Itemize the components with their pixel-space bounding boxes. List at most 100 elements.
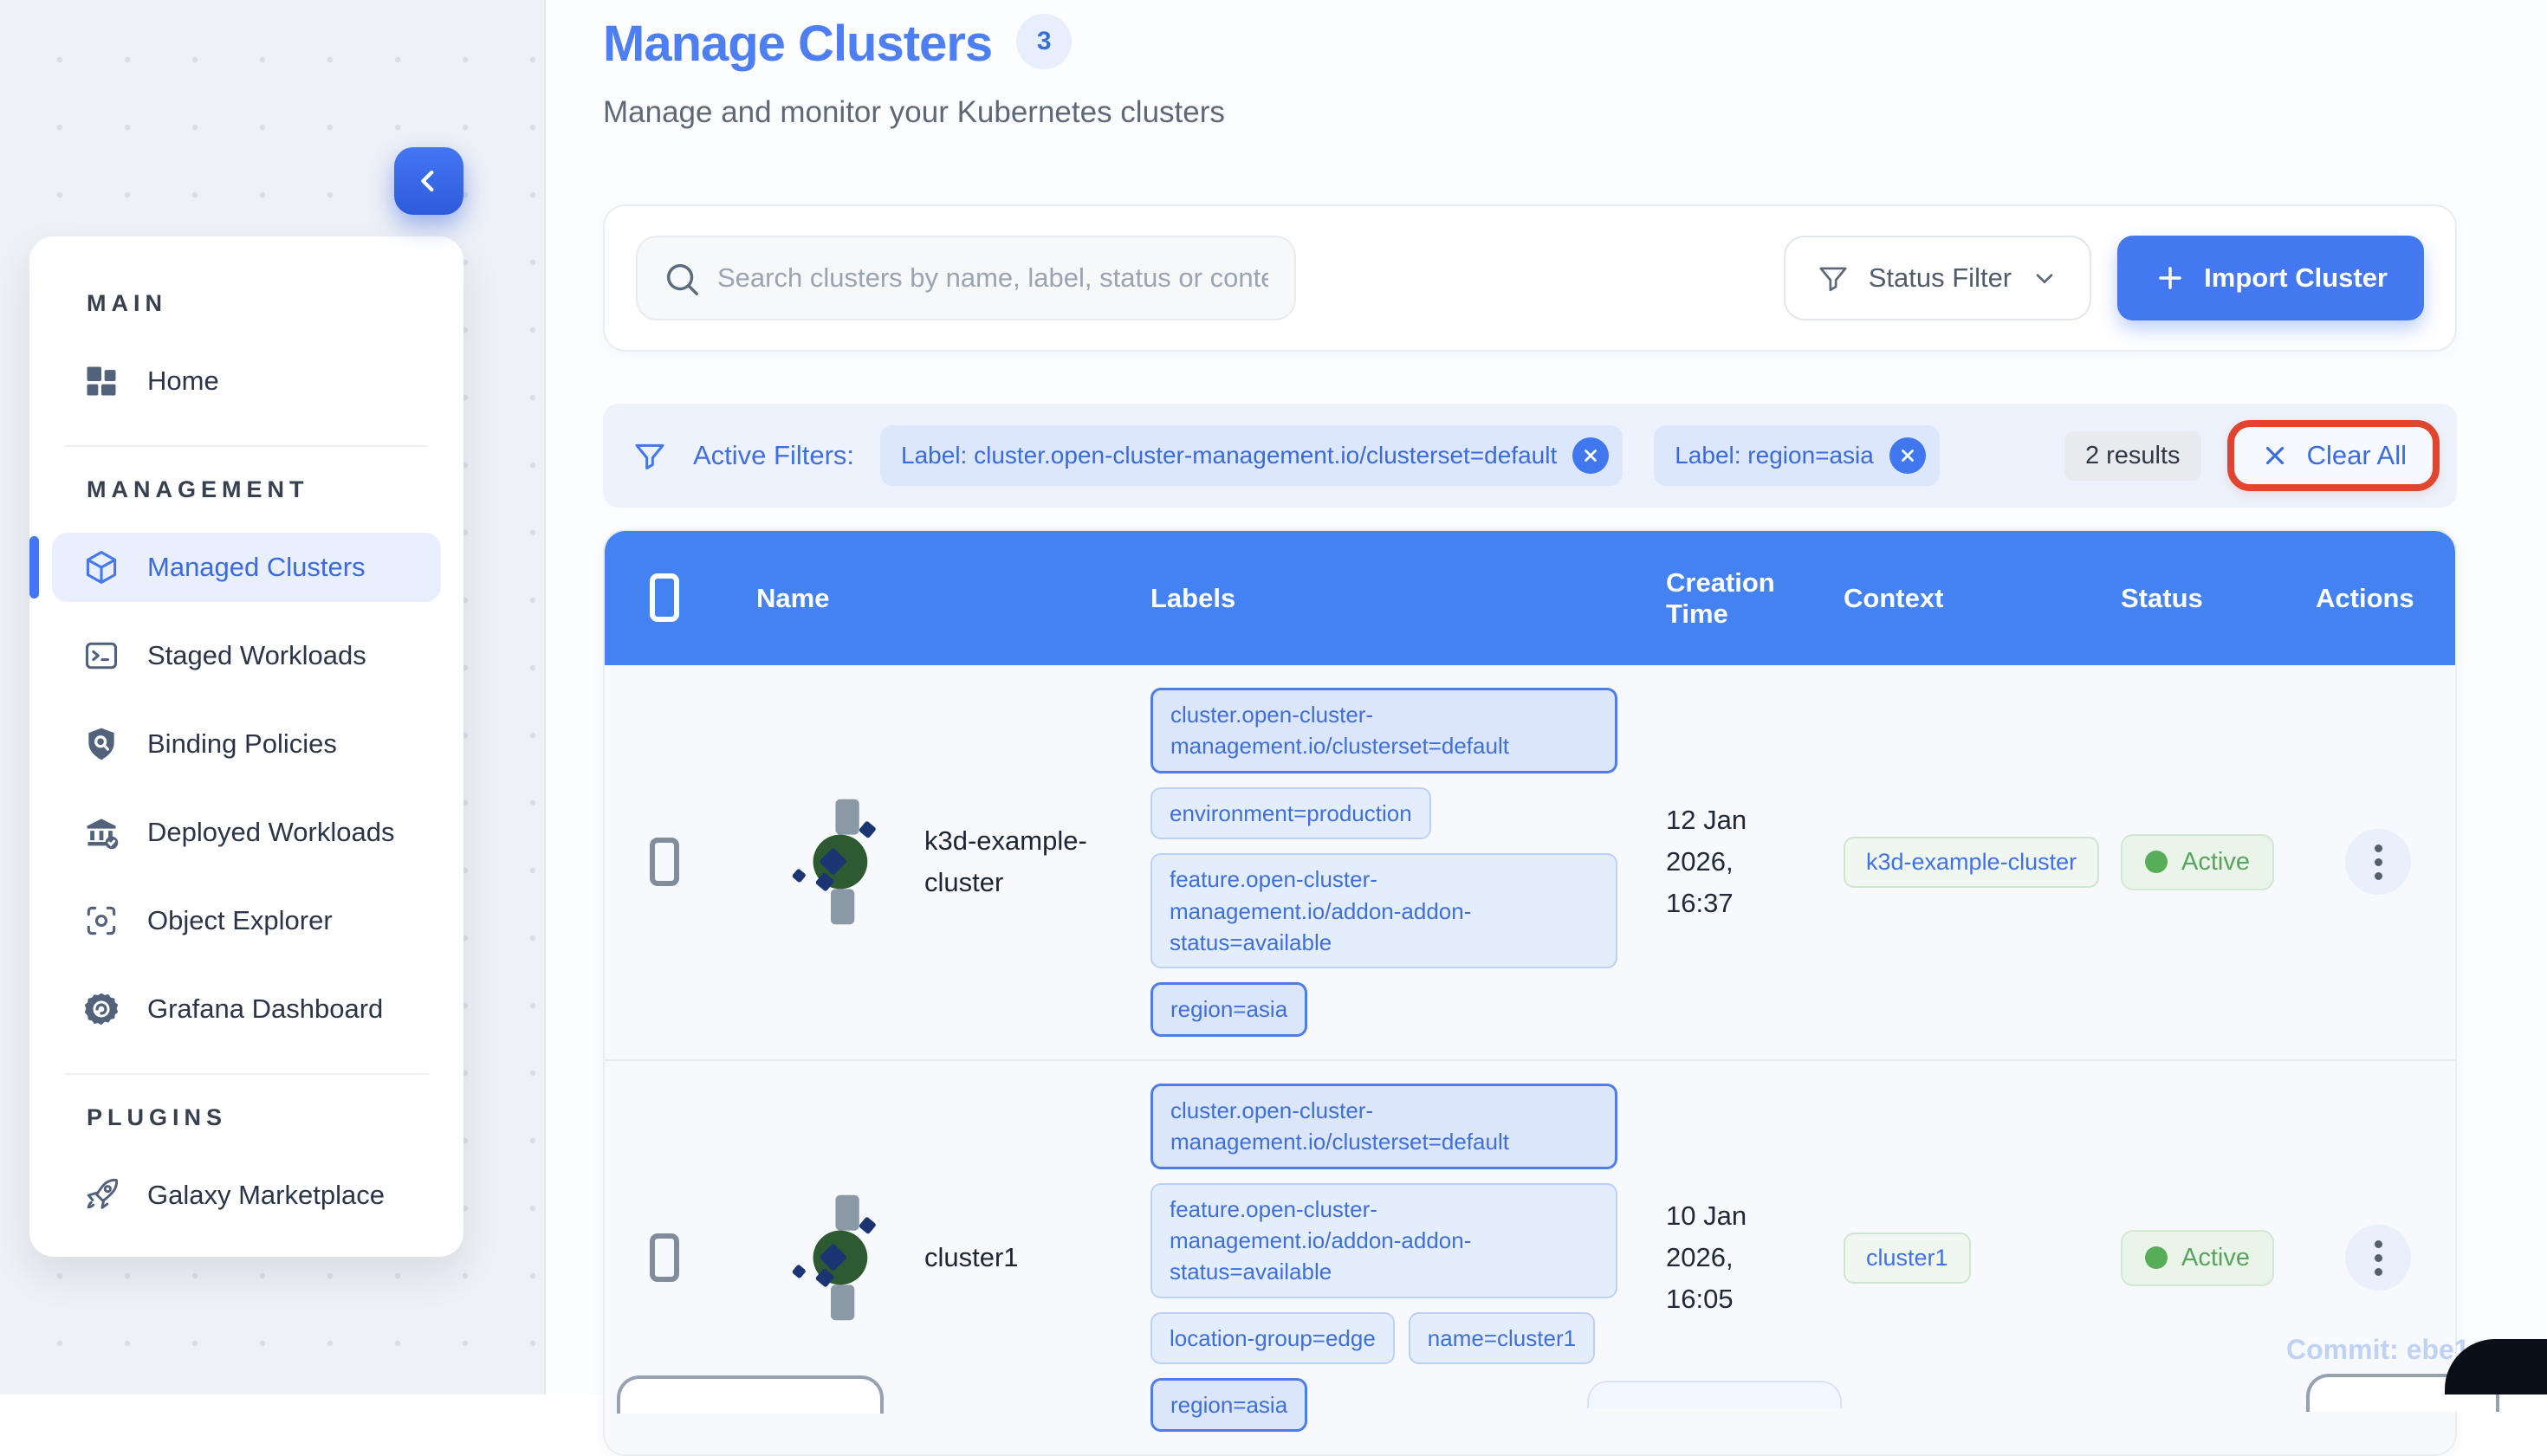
sidebar-item-home[interactable]: Home [52, 346, 441, 416]
cluster-logo-icon [779, 1193, 909, 1323]
sidebar-item-binding-policies[interactable]: Binding Policies [52, 709, 441, 779]
search-input[interactable] [636, 236, 1296, 320]
label-chip[interactable]: name=cluster1 [1409, 1312, 1595, 1364]
sidebar-item-label: Object Explorer [147, 905, 333, 936]
column-header-status: Status [2121, 583, 2316, 614]
creation-time: 10 Jan 2026, 16:05 [1666, 1195, 1844, 1320]
page-background: MAIN Home MANAGEMENT Managed Clusters Staged… [0, 0, 2547, 1395]
close-icon [2260, 441, 2290, 470]
label-chip[interactable]: location-group=edge [1150, 1312, 1395, 1364]
shield-icon [81, 724, 121, 764]
sidebar-item-label: Grafana Dashboard [147, 993, 383, 1025]
funnel-icon [632, 438, 667, 473]
import-cluster-button[interactable]: Import Cluster [2117, 236, 2424, 320]
sidebar-item-label: Managed Clusters [147, 552, 366, 583]
row-checkbox[interactable] [650, 838, 679, 886]
clear-all-button[interactable]: Clear All [2255, 439, 2412, 472]
sidebar-item-label: Staged Workloads [147, 640, 366, 671]
clear-all-label: Clear All [2307, 440, 2407, 471]
label-chip[interactable]: cluster.open-cluster-management.io/clust… [1150, 688, 1617, 773]
label-chip[interactable]: region=asia [1150, 982, 1307, 1036]
active-filter-chip: Label: cluster.open-cluster-management.i… [880, 425, 1623, 486]
active-filter-chip-text: Label: region=asia [1675, 442, 1874, 469]
active-filters-label: Active Filters: [693, 440, 854, 471]
sidebar-item-galaxy-marketplace[interactable]: Galaxy Marketplace [52, 1161, 441, 1230]
creation-time: 12 Jan 2026, 16:37 [1666, 799, 1844, 924]
sidebar-item-deployed-workloads[interactable]: Deployed Workloads [52, 798, 441, 867]
row-actions-button[interactable] [2345, 829, 2411, 895]
status-badge: Active [2121, 834, 2274, 890]
label-chip[interactable]: feature.open-cluster-management.io/addon… [1150, 1183, 1617, 1298]
page-title: Manage Clusters [603, 19, 992, 69]
active-filters-bar: Active Filters: Label: cluster.open-clus… [603, 404, 2457, 508]
labels-cell: cluster.open-cluster-management.io/clust… [1150, 1084, 1666, 1433]
home-icon [81, 361, 121, 401]
cluster-logo-icon [779, 797, 909, 927]
label-chip[interactable]: environment=production [1150, 787, 1431, 839]
column-header-actions: Actions [2316, 583, 2455, 614]
chevron-down-icon [2031, 264, 2058, 292]
sidebar-item-staged-workloads[interactable]: Staged Workloads [52, 621, 441, 690]
column-header-context: Context [1844, 583, 2121, 614]
bank-icon [81, 812, 121, 852]
sidebar-item-label: Binding Policies [147, 728, 337, 760]
column-header-labels: Labels [1150, 583, 1666, 614]
sidebar-item-label: Deployed Workloads [147, 817, 394, 848]
active-filter-chip: Label: region=asia [1654, 425, 1940, 486]
label-chip[interactable]: cluster.open-cluster-management.io/clust… [1150, 1084, 1617, 1169]
table-header-row: Name Labels Creation Time Context Status… [605, 531, 2455, 665]
sidebar-item-label: Galaxy Marketplace [147, 1180, 385, 1211]
row-checkbox[interactable] [650, 1233, 679, 1282]
status-filter-button[interactable]: Status Filter [1784, 236, 2091, 320]
cluster-name: k3d-example-cluster [924, 820, 1089, 903]
funnel-icon [1817, 262, 1850, 294]
sidebar-item-object-explorer[interactable]: Object Explorer [52, 886, 441, 955]
sidebar-item-managed-clusters[interactable]: Managed Clusters [52, 533, 441, 602]
toolbar: Status Filter Import Cluster [603, 204, 2457, 352]
active-filter-chip-text: Label: cluster.open-cluster-management.i… [901, 442, 1557, 469]
rocket-icon [81, 1175, 121, 1215]
clear-all-highlight-annotation: Clear All [2227, 420, 2440, 491]
pagination-button-cutoff[interactable] [1587, 1381, 1842, 1408]
sidebar-item-label: Home [147, 366, 219, 397]
gear-icon [81, 989, 121, 1029]
sidebar: MAIN Home MANAGEMENT Managed Clusters Staged… [29, 236, 463, 1257]
results-count: 2 results [2064, 431, 2201, 481]
sidebar-item-grafana-dashboard[interactable]: Grafana Dashboard [52, 974, 441, 1044]
page-header: Manage Clusters 3 [603, 19, 2457, 74]
label-chip[interactable]: region=asia [1150, 1378, 1307, 1432]
context-chip: k3d-example-cluster [1844, 837, 2099, 888]
active-filter-chips: Label: cluster.open-cluster-management.i… [880, 425, 2038, 486]
sidebar-divider [64, 1073, 429, 1075]
table-body: k3d-example-cluster cluster.open-cluster… [605, 665, 2455, 1454]
status-badge: Active [2121, 1230, 2274, 1286]
table-row: k3d-example-cluster cluster.open-cluster… [605, 665, 2455, 1059]
page-subtitle: Manage and monitor your Kubernetes clust… [603, 95, 2457, 130]
cluster-count-badge: 3 [1016, 14, 1072, 69]
cube-icon [81, 547, 121, 587]
terminal-icon [81, 636, 121, 676]
sidebar-section-label: MANAGEMENT [87, 476, 441, 503]
label-chip[interactable]: feature.open-cluster-management.io/addon… [1150, 853, 1617, 968]
column-header-creation-time: Creation Time [1666, 567, 1844, 630]
plus-icon [2154, 262, 2187, 294]
status-dot-icon [2145, 1246, 2168, 1269]
chevron-left-icon [412, 164, 446, 198]
sidebar-section-label: MAIN [87, 290, 441, 317]
select-all-checkbox[interactable] [650, 573, 679, 622]
remove-filter-button[interactable] [1572, 437, 1609, 474]
pagination-button-cutoff[interactable] [617, 1375, 884, 1414]
row-actions-button[interactable] [2345, 1225, 2411, 1291]
remove-filter-button[interactable] [1889, 437, 1926, 474]
status-dot-icon [2145, 851, 2168, 873]
search-field-wrap [636, 236, 1296, 320]
import-cluster-label: Import Cluster [2204, 262, 2388, 294]
sidebar-collapse-button[interactable] [394, 147, 463, 215]
main-content: Manage Clusters 3 Manage and monitor you… [544, 0, 2547, 1395]
clusters-table: Name Labels Creation Time Context Status… [603, 529, 2457, 1456]
context-chip: cluster1 [1844, 1233, 1971, 1284]
search-icon [662, 259, 702, 299]
labels-cell: cluster.open-cluster-management.io/clust… [1150, 688, 1666, 1037]
column-header-name: Name [756, 583, 1150, 614]
sidebar-divider [64, 445, 429, 447]
